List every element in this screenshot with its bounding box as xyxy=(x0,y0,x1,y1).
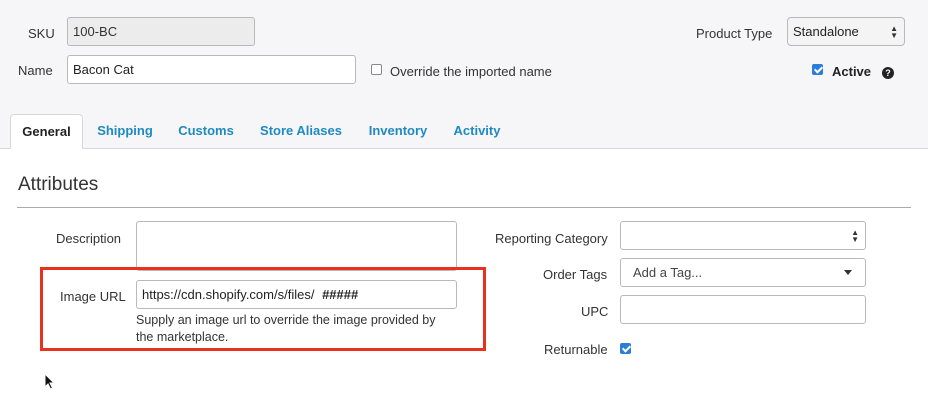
returnable-label: Returnable xyxy=(544,342,608,357)
order-tags-select[interactable]: Add a Tag... xyxy=(620,258,866,287)
order-tags-label: Order Tags xyxy=(543,267,608,282)
sku-label: SKU xyxy=(28,26,55,41)
image-url-input[interactable]: https://cdn.shopify.com/s/files/ ##### xyxy=(136,280,457,309)
reporting-category-select[interactable]: ▲ ▼ xyxy=(620,221,866,250)
upc-label: UPC xyxy=(581,304,609,319)
override-name-checkbox[interactable] xyxy=(371,64,382,75)
reporting-category-label: Reporting Category xyxy=(495,231,608,246)
help-icon[interactable]: ? xyxy=(882,67,894,79)
mouse-cursor-icon xyxy=(44,373,56,390)
product-type-select[interactable]: Standalone ▲ ▼ xyxy=(787,17,905,46)
image-url-value: https://cdn.shopify.com/s/files/ xyxy=(142,287,315,302)
name-field[interactable]: Bacon Cat xyxy=(67,55,356,84)
tab-activity[interactable]: Activity xyxy=(446,114,508,148)
tab-store-aliases[interactable]: Store Aliases xyxy=(254,114,348,148)
order-tags-placeholder: Add a Tag... xyxy=(633,265,703,280)
description-textarea[interactable] xyxy=(136,221,457,271)
tab-customs[interactable]: Customs xyxy=(172,114,240,148)
description-label: Description xyxy=(56,231,122,246)
upc-input[interactable] xyxy=(620,295,866,324)
active-label: Active xyxy=(832,64,872,79)
select-arrows-icon: ▲ ▼ xyxy=(890,24,898,40)
name-label: Name xyxy=(18,63,53,78)
section-divider xyxy=(17,207,911,208)
tab-general[interactable]: General xyxy=(10,114,83,149)
select-arrows-icon: ▲ ▼ xyxy=(851,228,859,244)
override-name-label: Override the imported name xyxy=(390,64,552,79)
returnable-checkbox[interactable] xyxy=(620,343,631,354)
tab-shipping[interactable]: Shipping xyxy=(90,114,160,148)
image-url-help: Supply an image url to override the imag… xyxy=(136,313,436,344)
product-type-label: Product Type xyxy=(696,26,773,41)
tab-inventory[interactable]: Inventory xyxy=(362,114,434,148)
image-url-label: Image URL xyxy=(60,289,126,304)
attributes-heading: Attributes xyxy=(18,174,99,195)
product-type-value: Standalone xyxy=(793,24,859,39)
chevron-down-icon xyxy=(844,270,852,275)
image-url-masked: ##### xyxy=(322,287,359,302)
sku-field: 100-BC xyxy=(67,17,255,46)
active-checkbox[interactable] xyxy=(812,64,823,75)
